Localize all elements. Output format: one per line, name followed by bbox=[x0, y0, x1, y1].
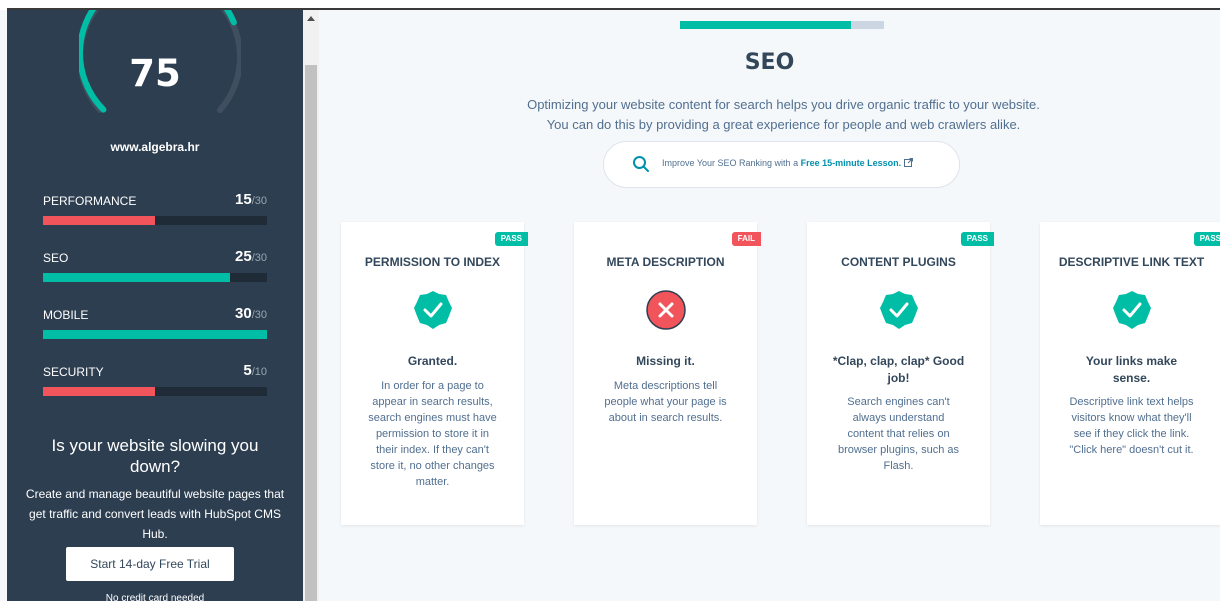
metric-bar bbox=[43, 330, 267, 339]
top-border bbox=[0, 0, 1220, 10]
check-card-permission-to-index: PASS PERMISSION TO INDEX Granted. In ord… bbox=[341, 222, 528, 525]
check-card-meta-description: FAIL META DESCRIPTION Missing it. Meta d… bbox=[574, 222, 761, 525]
metric-max: /30 bbox=[251, 195, 267, 207]
lesson-prefix: Improve Your SEO Ranking with a bbox=[662, 158, 801, 168]
site-url: www.algebra.hr bbox=[110, 140, 200, 154]
card-description: Search engines can't always understand c… bbox=[837, 396, 960, 472]
section-title: SEO bbox=[744, 50, 795, 75]
seo-lesson-link[interactable]: Improve Your SEO Ranking with a Free 15-… bbox=[603, 141, 960, 188]
card-description: Meta descriptions tell people what your … bbox=[604, 380, 727, 424]
metric-max: /10 bbox=[251, 366, 267, 378]
status-badge: PASS bbox=[960, 232, 994, 246]
subtitle-line: You can do this by providing a great exp… bbox=[546, 117, 1021, 132]
card-title: META DESCRIPTION bbox=[606, 255, 725, 269]
lesson-text: Improve Your SEO Ranking with a Free 15-… bbox=[662, 158, 914, 168]
metric-bar bbox=[43, 387, 267, 396]
search-icon bbox=[633, 156, 649, 172]
metric-score: 25 bbox=[235, 248, 252, 265]
metric-label: SECURITY bbox=[43, 365, 104, 379]
no-credit-card-note: No credit card needed bbox=[105, 593, 205, 601]
metric-max: /30 bbox=[251, 252, 267, 264]
scrollbar-thumb[interactable] bbox=[305, 65, 317, 601]
lesson-link-text[interactable]: Free 15-minute Lesson. bbox=[801, 158, 902, 168]
sidebar-scrollbar[interactable] bbox=[303, 10, 319, 601]
metric-label: PERFORMANCE bbox=[43, 194, 137, 208]
status-badge: FAIL bbox=[731, 232, 761, 246]
status-badge: PASS bbox=[1193, 232, 1220, 246]
metric-bar bbox=[43, 216, 267, 225]
status-badge: PASS bbox=[494, 232, 528, 246]
score-sidebar: 75 www.algebra.hr PERFORMANCE 15/30 SEO … bbox=[7, 10, 303, 601]
card-title: PERMISSION TO INDEX bbox=[364, 255, 501, 269]
card-status: *Clap, clap, clap* Good job! bbox=[832, 354, 965, 385]
section-progress-bar bbox=[680, 21, 884, 29]
x-circle-icon bbox=[646, 290, 686, 330]
card-title: CONTENT PLUGINS bbox=[841, 255, 956, 269]
check-circle-icon bbox=[880, 291, 918, 329]
promo-text: Create and manage beautiful website page… bbox=[25, 487, 285, 541]
section-subtitle: Optimizing your website content for sear… bbox=[319, 95, 1220, 135]
card-status: Missing it. bbox=[636, 354, 695, 368]
external-link-icon bbox=[904, 158, 914, 167]
metric-score: 5 bbox=[243, 362, 252, 379]
metric-bar bbox=[43, 273, 267, 282]
metric-max: /30 bbox=[251, 309, 267, 321]
scroll-up-arrow-icon[interactable] bbox=[307, 16, 315, 21]
metric-label: SEO bbox=[43, 251, 69, 265]
check-card-descriptive-link-text: PASS DESCRIPTIVE LINK TEXT Your links ma… bbox=[1040, 222, 1220, 525]
metric-score: 30 bbox=[235, 305, 252, 322]
metric-score: 15 bbox=[235, 191, 252, 208]
start-trial-button[interactable]: Start 14-day Free Trial bbox=[66, 547, 234, 581]
check-circle-icon bbox=[414, 291, 452, 329]
check-circle-icon bbox=[1113, 291, 1151, 329]
promo-title: Is your website slowing you down? bbox=[51, 436, 259, 476]
check-card-content-plugins: PASS CONTENT PLUGINS *Clap, clap, clap* … bbox=[807, 222, 994, 525]
card-status: Granted. bbox=[407, 354, 458, 368]
overall-score: 75 bbox=[129, 52, 181, 95]
card-description: Descriptive link text helps visitors kno… bbox=[1069, 396, 1194, 456]
metric-label: MOBILE bbox=[43, 308, 89, 322]
subtitle-line: Optimizing your website content for sear… bbox=[527, 97, 1040, 112]
card-title: DESCRIPTIVE LINK TEXT bbox=[1058, 255, 1205, 269]
card-description: In order for a page to appear in search … bbox=[368, 380, 497, 488]
card-status: Your links make sense. bbox=[1085, 354, 1178, 385]
